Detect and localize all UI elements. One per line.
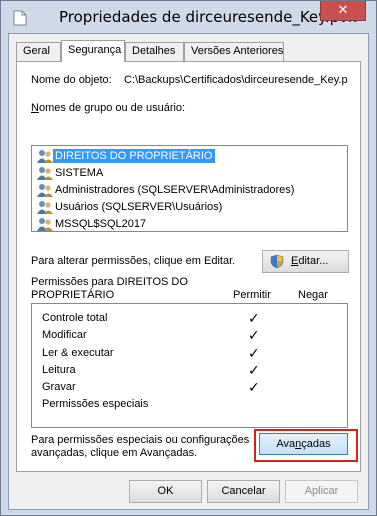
security-tab-page: Nome do objeto: C:\Backups\Certificados\… (16, 61, 361, 472)
permission-row: Leitura ✓ (42, 362, 342, 381)
title-bar[interactable]: Propriedades de dirceuresende_Key.pvk ✕ (1, 1, 376, 33)
list-item[interactable]: SISTEMA (34, 165, 345, 182)
users-icon (37, 150, 53, 163)
tab-label: Versões Anteriores (191, 45, 284, 57)
advanced-button-label: Avançadas (276, 438, 331, 450)
list-item-label: SISTEMA (55, 167, 104, 179)
window-title: Propriedades de dirceuresende_Key.pvk (59, 8, 357, 26)
tab-label: Geral (23, 45, 50, 57)
dialog-client: Geral Segurança Detalhes Versões Anterio… (8, 33, 369, 510)
permission-row: Modificar ✓ (42, 327, 342, 346)
users-icon (37, 167, 53, 180)
check-icon: ✓ (248, 345, 260, 361)
object-name-value: C:\Backups\Certificados\dirceuresende_Ke… (124, 74, 348, 86)
list-item-label: Usuários (SQLSERVER\Usuários) (55, 201, 223, 213)
list-item[interactable]: MSSQL$SQL2017 (34, 216, 345, 233)
check-icon: ✓ (248, 310, 260, 326)
shield-icon (270, 254, 284, 269)
cancel-button[interactable]: Cancelar (207, 480, 280, 503)
permission-name: Modificar (42, 329, 87, 341)
permissions-list: Controle total ✓ Modificar ✓ Ler & execu… (31, 303, 348, 428)
permission-name: Ler & executar (42, 347, 114, 359)
list-item[interactable]: Administradores (SQLSERVER\Administrador… (34, 182, 345, 199)
permissions-label-line1: Permissões para DIREITOS DO (31, 276, 188, 288)
check-icon: ✓ (248, 379, 260, 395)
list-item-label: DIREITOS DO PROPRIETÁRIO (53, 149, 215, 163)
permission-row: Controle total ✓ (42, 310, 342, 329)
permission-name: Controle total (42, 312, 108, 324)
apply-button[interactable]: Aplicar (285, 480, 358, 503)
tab-geral[interactable]: Geral (16, 42, 61, 61)
advanced-button[interactable]: Avançadas (259, 433, 348, 455)
list-item-label: MSSQL$SQL2017 (55, 218, 147, 230)
permission-row: Gravar ✓ (42, 379, 342, 398)
edit-button-label: Editar... (291, 255, 329, 267)
close-icon: ✕ (337, 2, 349, 17)
properties-window: Propriedades de dirceuresende_Key.pvk ✕ … (0, 0, 377, 516)
users-icon (37, 218, 53, 231)
users-icon (37, 201, 53, 214)
permission-name: Leitura (42, 364, 76, 376)
permission-name: Gravar (42, 381, 76, 393)
deny-column-header: Negar (298, 289, 328, 301)
file-icon (13, 10, 27, 26)
close-button[interactable]: ✕ (320, 1, 366, 21)
object-name-label: Nome do objeto: (31, 74, 112, 86)
tab-versoes-anteriores[interactable]: Versões Anteriores (184, 42, 284, 61)
tab-label: Segurança (68, 44, 122, 56)
tab-label: Detalhes (132, 45, 176, 57)
permission-name: Permissões especiais (42, 398, 149, 410)
tab-seguranca[interactable]: Segurança (61, 40, 125, 62)
check-icon: ✓ (248, 362, 260, 378)
users-icon (37, 184, 53, 197)
edit-hint: Para alterar permissões, clique em Edita… (31, 255, 236, 267)
advanced-hint-line1: Para permissões especiais ou configuraçõ… (31, 434, 250, 446)
list-item-label: Administradores (SQLSERVER\Administrador… (55, 184, 295, 196)
permission-row: Ler & executar ✓ (42, 345, 342, 364)
groups-listbox[interactable]: DIREITOS DO PROPRIETÁRIO SISTEMA Adminis… (31, 145, 348, 232)
permission-row: Permissões especiais (42, 398, 342, 415)
list-item[interactable]: DIREITOS DO PROPRIETÁRIO (34, 148, 345, 165)
edit-button[interactable]: Editar... (262, 250, 349, 273)
ok-button[interactable]: OK (129, 480, 202, 503)
advanced-hint-line2: avançadas, clique em Avançadas. (31, 447, 198, 459)
tab-detalhes[interactable]: Detalhes (125, 42, 184, 61)
groups-label: Nomes de grupo ou de usuário: (31, 102, 186, 114)
permissions-label-line2: PROPRIETÁRIO (31, 289, 115, 301)
list-item[interactable]: Usuários (SQLSERVER\Usuários) (34, 199, 345, 216)
allow-column-header: Permitir (233, 289, 271, 301)
check-icon: ✓ (248, 327, 260, 343)
